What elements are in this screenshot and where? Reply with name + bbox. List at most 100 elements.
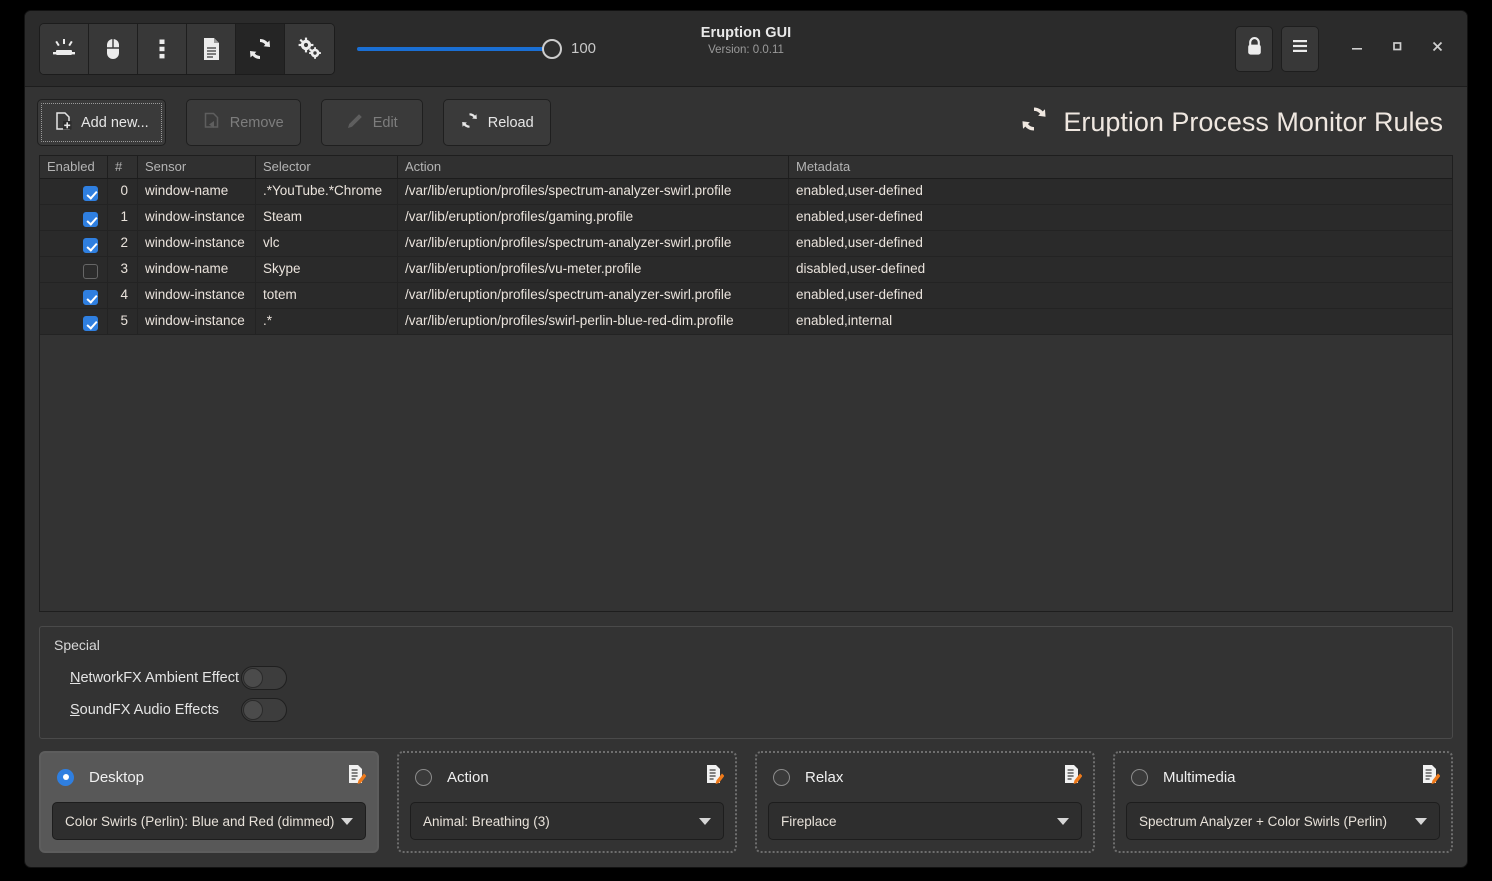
column-header-sensor[interactable]: Sensor (138, 156, 256, 178)
row-enabled-cell (40, 231, 108, 256)
slot-action-edit-icon[interactable] (705, 764, 725, 790)
special-section-title: Special (54, 637, 100, 653)
page-title-label: Eruption Process Monitor Rules (1063, 107, 1443, 137)
edit-label: Edit (372, 114, 398, 131)
table-empty-area (40, 335, 1452, 611)
column-header-enabled[interactable]: Enabled (40, 156, 108, 178)
row-selector-cell: Steam (256, 205, 398, 230)
chevron-down-icon (1057, 817, 1069, 825)
slot-relax-label: Relax (805, 768, 844, 786)
table-row[interactable]: 0 window-name .*YouTube.*Chrome /var/lib… (40, 179, 1452, 205)
slot-action-radio[interactable] (415, 768, 432, 786)
row-metadata-cell: enabled,user-defined (796, 287, 923, 302)
slot-desktop[interactable]: Desktop Color Swirls (Perlin): Blue and … (39, 751, 379, 853)
row-metadata-cell: enabled,user-defined (796, 183, 923, 198)
device-toolbar (39, 22, 335, 75)
process-monitor-heading-icon (1019, 104, 1049, 141)
row-selector-cell: Skype (256, 257, 398, 282)
main-menu-button[interactable] (1281, 25, 1319, 72)
toolbar-button-profiles[interactable] (187, 23, 236, 74)
slot-desktop-edit-icon[interactable] (347, 764, 367, 790)
application-window: 100 Eruption GUI Version: 0.0.11 Add new… (24, 10, 1468, 868)
table-row[interactable]: 4 window-instance totem /var/lib/eruptio… (40, 283, 1452, 309)
table-row[interactable]: 3 window-name Skype /var/lib/eruption/pr… (40, 257, 1452, 283)
remove-icon (203, 112, 221, 134)
close-button[interactable] (1417, 26, 1457, 72)
row-enabled-checkbox[interactable] (83, 238, 98, 253)
row-enabled-checkbox[interactable] (83, 212, 98, 227)
slot-desktop-profile-dropdown[interactable]: Color Swirls (Perlin): Blue and Red (dim… (52, 802, 366, 840)
slot-multimedia[interactable]: Multimedia Spectrum Analyzer + Color Swi… (1113, 751, 1453, 853)
table-header-row: Enabled # Sensor Selector Action Metadat… (40, 156, 1452, 179)
row-enabled-checkbox[interactable] (83, 316, 98, 331)
row-index-cell: 4 (108, 283, 138, 308)
slot-action-profile-dropdown[interactable]: Animal: Breathing (3) (410, 802, 724, 840)
column-header-action[interactable]: Action (398, 156, 789, 178)
edit-button[interactable]: Edit (320, 99, 423, 146)
close-icon (1430, 39, 1445, 59)
networkfx-toggle[interactable] (241, 666, 287, 690)
table-row[interactable]: 1 window-instance Steam /var/lib/eruptio… (40, 205, 1452, 231)
slot-relax-edit-icon[interactable] (1063, 764, 1083, 790)
slot-multimedia-profile-dropdown[interactable]: Spectrum Analyzer + Color Swirls (Perlin… (1126, 802, 1440, 840)
slot-desktop-radio[interactable] (57, 768, 74, 786)
table-row[interactable]: 2 window-instance vlc /var/lib/eruption/… (40, 231, 1452, 257)
row-enabled-checkbox[interactable] (83, 290, 98, 305)
row-sensor-cell: window-instance (138, 205, 256, 230)
row-index-cell: 1 (108, 205, 138, 230)
header-right-controls (1227, 25, 1457, 72)
reload-button[interactable]: Reload (442, 99, 551, 146)
brightness-slider-track[interactable] (357, 38, 562, 59)
minimize-icon (1350, 39, 1364, 58)
slot-relax-profile-dropdown[interactable]: Fireplace (768, 802, 1082, 840)
row-enabled-checkbox[interactable] (83, 186, 98, 201)
slot-multimedia-label: Multimedia (1163, 768, 1236, 786)
process-monitor-icon (247, 36, 273, 62)
maximize-button[interactable] (1377, 26, 1417, 72)
soundfx-toggle[interactable] (241, 698, 287, 722)
lock-icon (1245, 36, 1264, 62)
slot-multimedia-edit-icon[interactable] (1421, 764, 1441, 790)
minimize-button[interactable] (1337, 26, 1377, 72)
slot-multimedia-radio[interactable] (1131, 768, 1148, 786)
row-metadata-cell: enabled,user-defined (796, 209, 923, 224)
slot-relax[interactable]: Relax Fireplace (755, 751, 1095, 853)
row-metadata-cell: enabled,user-defined (796, 235, 923, 250)
toolbar-button-keyboards[interactable] (40, 23, 89, 74)
toolbar-button-misc-devices[interactable] (138, 23, 187, 74)
row-sensor-cell: window-instance (138, 309, 256, 334)
slot-action-header: Action (410, 762, 725, 792)
rules-action-bar: Add new... Remove Edit Reload Eruption P… (25, 87, 1467, 155)
brightness-slider[interactable]: 100 (357, 38, 596, 59)
column-header-metadata[interactable]: Metadata (789, 156, 1452, 178)
column-header-selector[interactable]: Selector (256, 156, 398, 178)
slot-action[interactable]: Action Animal: Breathing (3) (397, 751, 737, 853)
row-enabled-checkbox[interactable] (83, 264, 98, 279)
column-header-index[interactable]: # (108, 156, 138, 178)
toolbar-button-process-monitor[interactable] (236, 23, 285, 74)
pencil-icon (346, 112, 364, 134)
row-selector-cell: .* (256, 309, 398, 334)
row-sensor-cell: window-name (138, 257, 256, 282)
settings-gears-icon (297, 36, 323, 62)
add-new-label: Add new... (81, 114, 149, 131)
row-enabled-cell (40, 179, 108, 204)
toolbar-button-mice[interactable] (89, 23, 138, 74)
misc-devices-icon (149, 36, 175, 62)
row-metadata-cell: disabled,user-defined (796, 261, 926, 276)
table-row[interactable]: 5 window-instance .* /var/lib/eruption/p… (40, 309, 1452, 335)
soundfx-toggle-knob (243, 700, 263, 720)
row-selector-cell: totem (256, 283, 398, 308)
lock-button[interactable] (1235, 25, 1273, 72)
row-index-cell: 3 (108, 257, 138, 282)
row-action-cell: /var/lib/eruption/profiles/spectrum-anal… (398, 179, 789, 204)
row-selector-cell: .*YouTube.*Chrome (256, 179, 398, 204)
toolbar-button-settings[interactable] (285, 23, 334, 74)
networkfx-mnemonic: N (70, 670, 81, 686)
row-action-cell: /var/lib/eruption/profiles/gaming.profil… (398, 205, 789, 230)
remove-button[interactable]: Remove (185, 99, 301, 146)
chevron-down-icon (699, 817, 711, 825)
brightness-slider-handle[interactable] (542, 38, 562, 59)
slot-relax-radio[interactable] (773, 768, 790, 786)
add-new-button[interactable]: Add new... (37, 99, 166, 146)
